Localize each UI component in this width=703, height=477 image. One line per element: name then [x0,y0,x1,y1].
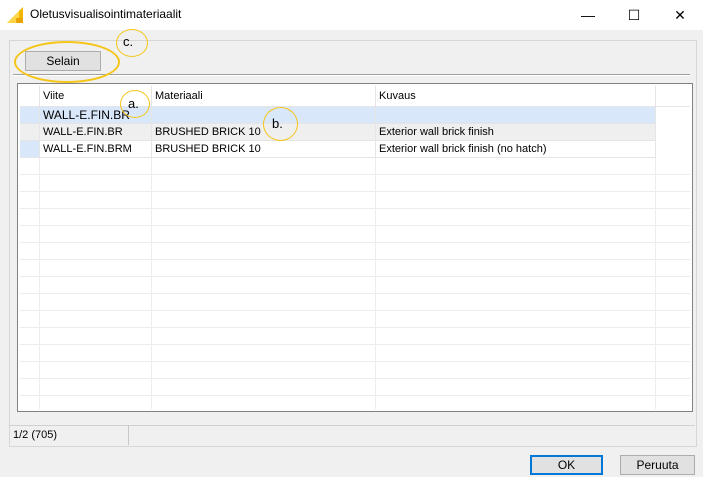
callout-label-c: c. [123,34,134,49]
cell-viite[interactable]: WALL-E.FIN.BR [40,124,152,141]
table-row[interactable]: WALL-E.FIN.BR BRUSHED BRICK 10 Exterior … [20,124,690,141]
empty-grid-lines [20,158,690,409]
table-body: Viite Materiaali Kuvaus WALL-E.FIN.BR WA… [20,86,690,409]
materials-table[interactable]: Viite Materiaali Kuvaus WALL-E.FIN.BR WA… [17,83,693,412]
callout-highlight-browse [14,41,120,83]
cell-kuvaus[interactable]: Exterior wall brick finish [376,124,656,141]
close-button[interactable]: ✕ [657,0,703,30]
cell-materiaali[interactable]: BRUSHED BRICK 10 [152,141,376,158]
table-row[interactable]: WALL-E.FIN.BRM BRUSHED BRICK 10 Exterior… [20,141,690,158]
title-bar: Oletusvisualisointimateriaalit — ☐ ✕ [0,0,703,30]
status-text: 1/2 (705) [9,425,129,445]
row-header[interactable] [20,141,40,158]
cell-kuvaus[interactable]: Exterior wall brick finish (no hatch) [376,141,656,158]
status-bar: 1/2 (705) [9,425,695,445]
minimize-button[interactable]: — [565,0,611,30]
window-title: Oletusvisualisointimateriaalit [30,7,182,21]
cancel-button[interactable]: Peruuta [620,455,695,475]
ok-button[interactable]: OK [530,455,603,475]
callout-label-b: b. [272,116,283,131]
row-header[interactable] [20,124,40,141]
cell-viite[interactable]: WALL-E.FIN.BRM [40,141,152,158]
column-header-materiaali[interactable]: Materiaali [152,86,376,107]
separator-highlight [13,75,690,76]
column-header-filler [656,86,690,107]
callout-label-a: a. [128,96,139,111]
column-header-kuvaus[interactable]: Kuvaus [376,86,656,107]
app-logo-icon [7,7,23,23]
row-header[interactable] [20,107,40,124]
cell-kuvaus[interactable] [376,107,656,124]
maximize-button[interactable]: ☐ [611,0,657,30]
row-header-corner [20,86,40,107]
